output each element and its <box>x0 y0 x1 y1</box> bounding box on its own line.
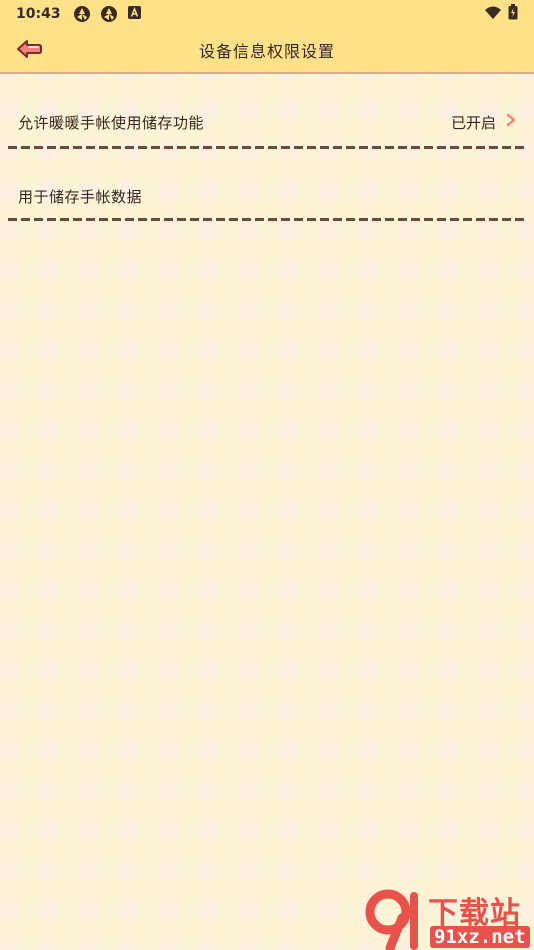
watermark-91-icon <box>365 889 418 950</box>
back-button[interactable] <box>14 38 44 64</box>
watermark-logo: 下载站 91xz.net <box>362 888 534 950</box>
storage-description-row: 用于储存手帐数据 <box>0 178 534 214</box>
status-text: 已开启 <box>450 113 496 132</box>
status-time: 10:43 <box>16 6 61 22</box>
watermark-bottom-text: 91xz.net <box>430 926 530 948</box>
app-header: 设备信息权限设置 <box>0 28 534 74</box>
dashed-divider <box>8 146 528 149</box>
storage-permission-status[interactable]: 已开启 <box>451 112 516 133</box>
back-arrow-icon <box>16 39 42 63</box>
aperture-icon <box>73 5 91 23</box>
chevron-right-icon <box>506 113 516 131</box>
status-right <box>484 4 518 24</box>
wifi-icon <box>484 5 502 24</box>
a-box-icon <box>127 5 145 23</box>
storage-description-label: 用于储存手帐数据 <box>18 187 143 206</box>
storage-permission-row[interactable]: 允许暖暖手帐使用储存功能 已开启 <box>0 104 534 140</box>
status-bar: 10:43 <box>0 0 534 28</box>
storage-permission-label: 允许暖暖手帐使用储存功能 <box>18 113 205 132</box>
page-title: 设备信息权限设置 <box>198 42 335 61</box>
dashed-divider <box>8 218 528 221</box>
battery-icon <box>508 4 518 24</box>
aperture-icon <box>100 5 118 23</box>
